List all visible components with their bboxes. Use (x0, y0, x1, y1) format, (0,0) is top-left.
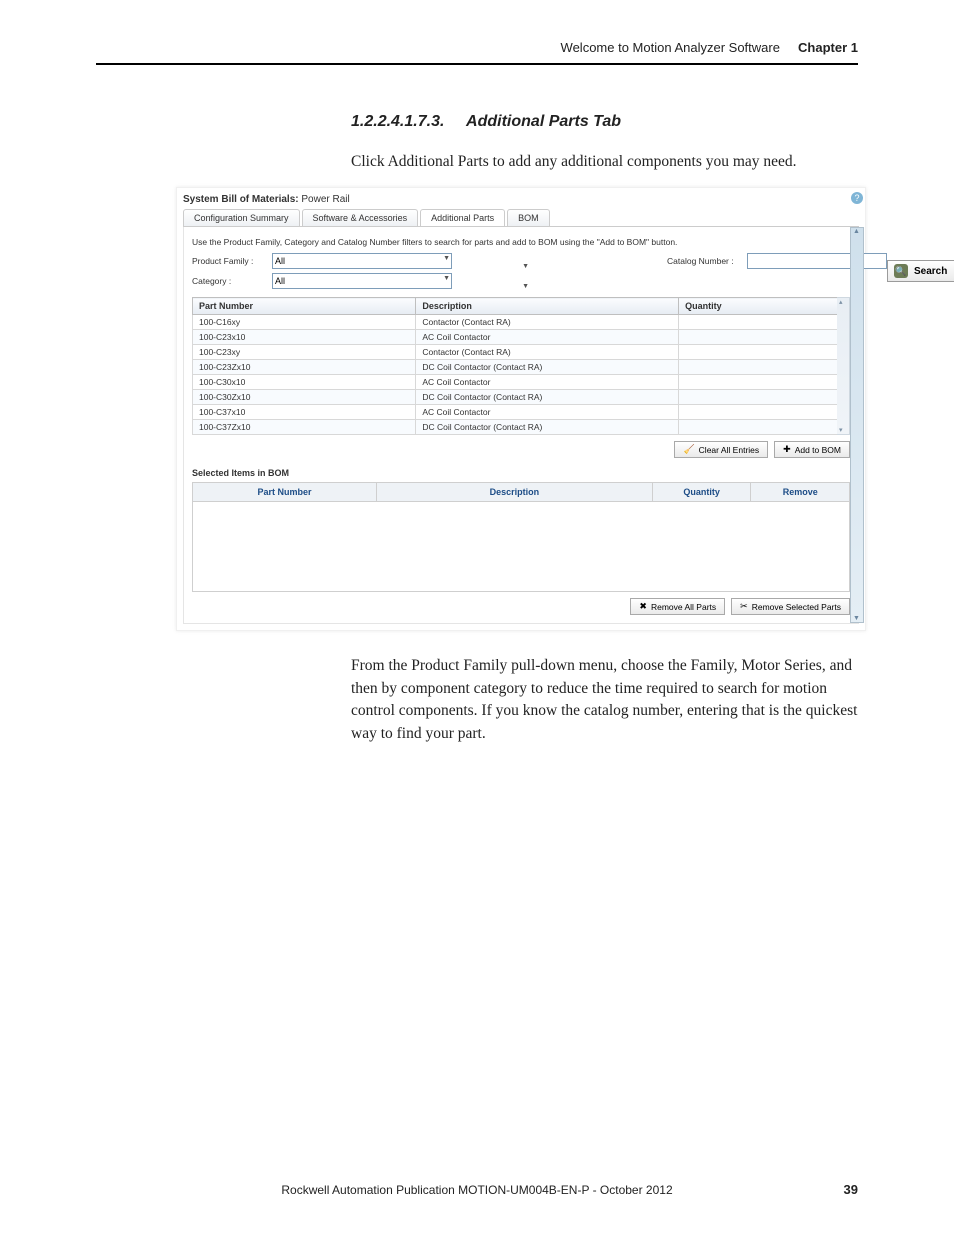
col-description[interactable]: Description (416, 298, 679, 315)
category-select[interactable] (272, 273, 452, 289)
category-combo-wrap (272, 273, 452, 289)
category-label: Category : (192, 276, 272, 286)
catalog-number-input[interactable] (747, 253, 887, 269)
cell-description: Contactor (Contact RA) (416, 315, 679, 330)
cell-description: AC Coil Contactor (416, 330, 679, 345)
filter-row: Product Family : Catalog Number : 🔍 Sear… (192, 253, 850, 289)
table-row[interactable]: 100-C16xyContactor (Contact RA) (193, 315, 850, 330)
tab-panel: Use the Product Family, Category and Cat… (183, 227, 859, 624)
panel-scrollbar[interactable] (850, 227, 864, 623)
col-quantity[interactable]: Quantity (679, 298, 850, 315)
search-icon: 🔍 (894, 264, 908, 278)
running-header: Welcome to Motion Analyzer Software Chap… (96, 40, 858, 65)
search-button[interactable]: 🔍 Search (887, 260, 954, 282)
sel-col-part-number[interactable]: Part Number (193, 483, 377, 502)
sel-col-quantity[interactable]: Quantity (652, 483, 751, 502)
cell-quantity[interactable] (679, 390, 850, 405)
cell-part-number: 100-C23x10 (193, 330, 416, 345)
cell-part-number: 100-C37Zx10 (193, 420, 416, 435)
cell-part-number: 100-C30Zx10 (193, 390, 416, 405)
bom-title: System Bill of Materials: Power Rail (183, 194, 859, 205)
cell-part-number: 100-C16xy (193, 315, 416, 330)
tab-software-accessories[interactable]: Software & Accessories (302, 209, 419, 226)
remove-all-icon: ✖ (639, 601, 647, 612)
clear-label: Clear All Entries (699, 445, 759, 455)
table-row[interactable]: 100-C30x10AC Coil Contactor (193, 375, 850, 390)
table-row[interactable]: 100-C30Zx10DC Coil Contactor (Contact RA… (193, 390, 850, 405)
cell-part-number: 100-C30x10 (193, 375, 416, 390)
cell-quantity[interactable] (679, 345, 850, 360)
table-scrollbar[interactable] (837, 297, 850, 435)
selected-items-table: Part Number Description Quantity Remove (192, 482, 850, 502)
section-number: 1.2.2.4.1.7.3. (351, 113, 444, 130)
selected-button-row: ✖ Remove All Parts ✂ Remove Selected Par… (192, 598, 850, 615)
table-row[interactable]: 100-C37Zx10DC Coil Contactor (Contact RA… (193, 420, 850, 435)
cell-description: AC Coil Contactor (416, 405, 679, 420)
cell-quantity[interactable] (679, 360, 850, 375)
add-icon: ✚ (783, 444, 791, 455)
footer-publication: Rockwell Automation Publication MOTION-U… (0, 1183, 954, 1197)
table-row[interactable]: 100-C23xyContactor (Contact RA) (193, 345, 850, 360)
clear-entries-button[interactable]: 🧹 Clear All Entries (674, 441, 768, 458)
clear-icon: 🧹 (683, 444, 694, 455)
tab-bom[interactable]: BOM (507, 209, 550, 226)
add-label: Add to BOM (795, 445, 841, 455)
cell-part-number: 100-C23Zx10 (193, 360, 416, 375)
catalog-number-label: Catalog Number : (667, 256, 747, 266)
cell-quantity[interactable] (679, 330, 850, 345)
sel-col-description[interactable]: Description (376, 483, 652, 502)
selected-items-title: Selected Items in BOM (192, 468, 850, 478)
tab-config-summary[interactable]: Configuration Summary (183, 209, 300, 226)
section-heading: 1.2.2.4.1.7.3. Additional Parts Tab (351, 113, 858, 131)
selected-items-body (192, 502, 850, 592)
cell-quantity[interactable] (679, 375, 850, 390)
embedded-screenshot: ? System Bill of Materials: Power Rail C… (176, 187, 866, 631)
cell-part-number: 100-C23xy (193, 345, 416, 360)
remove-all-parts-button[interactable]: ✖ Remove All Parts (630, 598, 725, 615)
tab-additional-parts[interactable]: Additional Parts (420, 209, 505, 226)
body-paragraph-2: From the Product Family pull-down menu, … (351, 655, 858, 745)
cell-description: DC Coil Contactor (Contact RA) (416, 420, 679, 435)
search-label: Search (914, 266, 947, 277)
page-number: 39 (844, 1182, 858, 1197)
cell-description: AC Coil Contactor (416, 375, 679, 390)
help-icon[interactable]: ? (851, 192, 863, 204)
cell-description: DC Coil Contactor (Contact RA) (416, 360, 679, 375)
filter-instruction: Use the Product Family, Category and Cat… (192, 237, 850, 247)
table-row[interactable]: 100-C37x10AC Coil Contactor (193, 405, 850, 420)
header-title: Welcome to Motion Analyzer Software (561, 40, 780, 55)
add-to-bom-button[interactable]: ✚ Add to BOM (774, 441, 850, 458)
cell-quantity[interactable] (679, 405, 850, 420)
cell-quantity[interactable] (679, 420, 850, 435)
cell-quantity[interactable] (679, 315, 850, 330)
remove-sel-icon: ✂ (740, 601, 748, 612)
tab-strip: Configuration Summary Software & Accesso… (183, 209, 859, 227)
table-row[interactable]: 100-C23Zx10DC Coil Contactor (Contact RA… (193, 360, 850, 375)
cell-description: DC Coil Contactor (Contact RA) (416, 390, 679, 405)
sel-col-remove[interactable]: Remove (751, 483, 850, 502)
cell-part-number: 100-C37x10 (193, 405, 416, 420)
table-button-row: 🧹 Clear All Entries ✚ Add to BOM (192, 441, 850, 458)
col-part-number[interactable]: Part Number (193, 298, 416, 315)
remove-all-label: Remove All Parts (651, 602, 716, 612)
product-family-label: Product Family : (192, 256, 272, 266)
parts-table-wrap: Part Number Description Quantity 100-C16… (192, 297, 850, 435)
remove-sel-label: Remove Selected Parts (752, 602, 841, 612)
bom-title-rest: Power Rail (299, 194, 350, 205)
bom-title-bold: System Bill of Materials: (183, 194, 299, 205)
remove-selected-parts-button[interactable]: ✂ Remove Selected Parts (731, 598, 850, 615)
product-family-select[interactable] (272, 253, 452, 269)
intro-paragraph: Click Additional Parts to add any additi… (351, 151, 858, 173)
section-title: Additional Parts Tab (466, 113, 621, 130)
cell-description: Contactor (Contact RA) (416, 345, 679, 360)
parts-table: Part Number Description Quantity 100-C16… (192, 297, 850, 435)
header-chapter: Chapter 1 (798, 40, 858, 55)
product-family-combo-wrap (272, 253, 452, 269)
table-row[interactable]: 100-C23x10AC Coil Contactor (193, 330, 850, 345)
